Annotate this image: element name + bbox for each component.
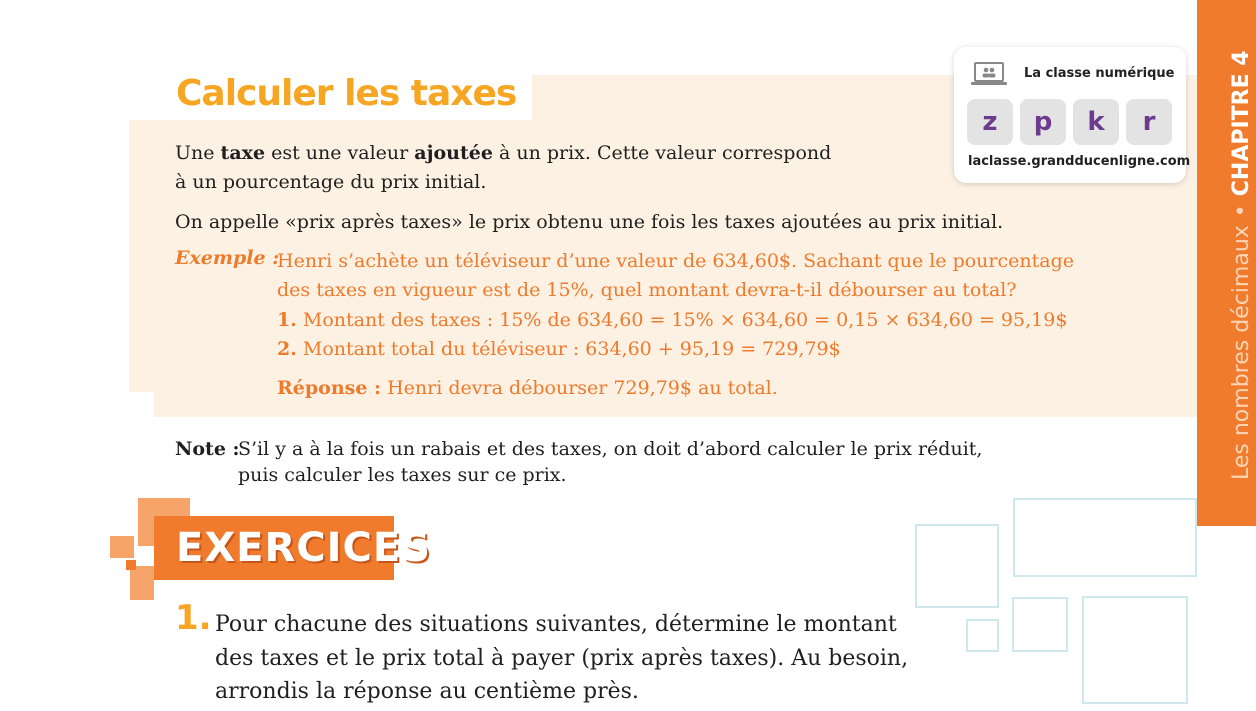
chapter-topic: Les nombres décimaux bbox=[1229, 225, 1254, 480]
decorative-outline-square bbox=[1012, 597, 1068, 652]
exercises-banner: EXERCICES bbox=[154, 516, 430, 580]
definition-line-1: Une taxe est une valeur ajoutée à un pri… bbox=[175, 139, 831, 168]
access-key: r bbox=[1126, 99, 1172, 145]
example-line-1: Henri s’achète un téléviseur d’une valeu… bbox=[277, 250, 1074, 272]
example-label: Exemple : bbox=[175, 247, 280, 269]
decorative-outline-square bbox=[1013, 498, 1197, 577]
question-number: 1. bbox=[175, 598, 212, 638]
definition-line-3: On appelle «prix après taxes» le prix ob… bbox=[175, 211, 1004, 233]
note-line-2: puis calculer les taxes sur ce prix. bbox=[238, 464, 567, 486]
note-line-1: S’il y a à la fois un rabais et des taxe… bbox=[238, 438, 983, 460]
example-line-2: des taxes en vigueur est de 15%, quel mo… bbox=[277, 279, 1017, 301]
chapter-number: CHAPITRE 4 bbox=[1229, 50, 1254, 197]
definition-text: à un prix. Cette valeur correspond bbox=[492, 142, 832, 164]
answer-text: Henri devra débourser 729,79$ au total. bbox=[381, 377, 778, 399]
access-key: p bbox=[1020, 99, 1066, 145]
term-ajoutee: ajoutée bbox=[414, 142, 493, 164]
numeric-class-url[interactable]: laclasse.grandducenligne.com bbox=[968, 154, 1190, 169]
step-number: 2. bbox=[277, 338, 297, 360]
definition-text: Une bbox=[175, 142, 221, 164]
access-key: k bbox=[1073, 99, 1119, 145]
numeric-class-card[interactable]: La classe numérique z p k r laclasse.gra… bbox=[954, 47, 1190, 183]
decorative-square bbox=[126, 560, 136, 570]
decorative-square bbox=[110, 536, 134, 558]
step-number: 1. bbox=[277, 309, 297, 331]
step-text: Montant total du téléviseur : 634,60 + 9… bbox=[296, 338, 841, 360]
example-answer: Réponse : Henri devra débourser 729,79$ … bbox=[277, 374, 778, 403]
note-label: Note : bbox=[175, 438, 240, 460]
decorative-outline-square bbox=[915, 524, 999, 608]
question-line-3: arrondis la réponse au centième près. bbox=[215, 679, 639, 704]
question-line-2: des taxes et le prix total à payer (prix… bbox=[215, 646, 909, 671]
step-text: Montant des taxes : 15% de 634,60 = 15% … bbox=[296, 309, 1068, 331]
separator-bullet: • bbox=[1229, 204, 1254, 218]
definition-text: est une valeur bbox=[265, 142, 415, 164]
definition-line-2: à un pourcentage du prix initial. bbox=[175, 171, 487, 193]
example-step-2: 2. Montant total du téléviseur : 634,60 … bbox=[277, 335, 841, 364]
section-title: Calculer les taxes bbox=[160, 68, 533, 120]
access-key: z bbox=[967, 99, 1013, 145]
question-line-1: Pour chacune des situations suivantes, d… bbox=[215, 612, 897, 637]
decorative-square bbox=[130, 566, 154, 600]
example-step-1: 1. Montant des taxes : 15% de 634,60 = 1… bbox=[277, 306, 1067, 335]
answer-label: Réponse : bbox=[277, 377, 382, 399]
chapter-side-label: Les nombres décimaux • CHAPITRE 4 bbox=[1227, 50, 1256, 480]
decorative-outline-square bbox=[966, 619, 999, 652]
numeric-class-title: La classe numérique bbox=[1024, 66, 1175, 81]
term-taxe: taxe bbox=[220, 142, 266, 164]
laptop-icon bbox=[971, 62, 1007, 85]
decorative-outline-square bbox=[1082, 596, 1188, 704]
